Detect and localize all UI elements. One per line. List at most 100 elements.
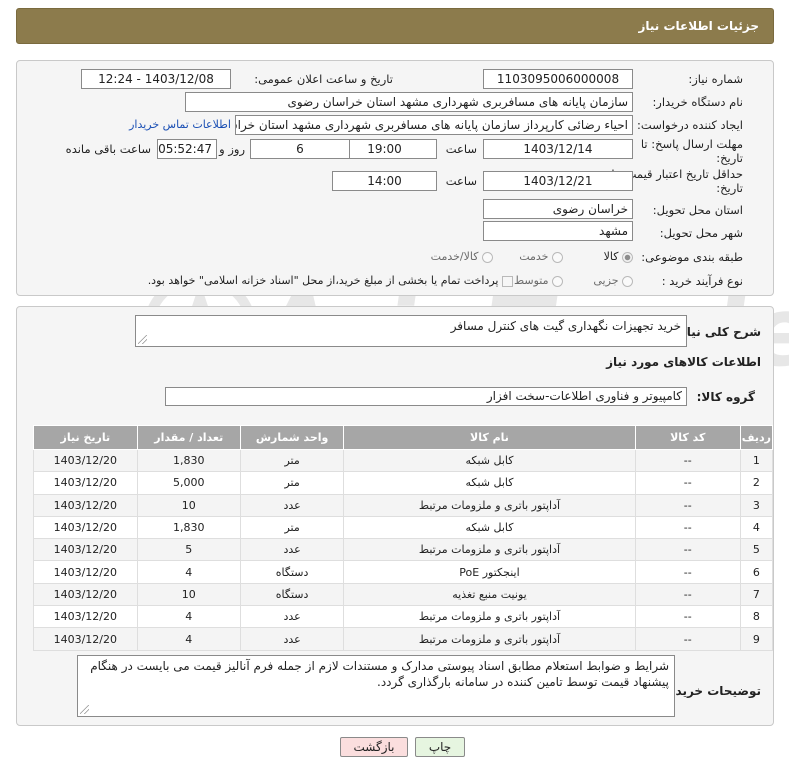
group-label: گروه کالا: [696,390,755,404]
item-unit: عدد [239,493,345,517]
table-row[interactable]: 5 -- آداپتور باتری و ملزومات مرتبط عدد 5 1403… [33,538,774,562]
category-option-service[interactable]: خدمت [519,250,563,263]
item-need-date: 1403/12/20 [33,605,138,629]
item-name: کابل شبکه [343,448,636,473]
category-option-goods[interactable]: کالا [604,250,633,263]
row-number: 4 [739,515,774,540]
resize-grip-icon[interactable] [138,335,147,344]
city-field[interactable]: مشهد [483,221,633,241]
col-unit: واحد شمارش [239,425,345,450]
item-unit: دستگاه [239,560,345,584]
table-row[interactable]: 8 -- آداپتور باتری و ملزومات مرتبط عدد 4 1403… [33,605,774,629]
process-option-minor[interactable]: جزیی [593,274,633,287]
process-option-medium[interactable]: متوسط [514,274,563,287]
item-unit: متر [239,448,345,473]
item-unit: عدد [239,627,345,651]
table-row[interactable]: 7 -- یونیت منبع تغذیه دستگاه 10 1403/12/20 [33,582,774,607]
row-number: 3 [739,493,774,517]
item-quantity: 1,830 [136,515,241,540]
radio-icon[interactable] [622,275,633,287]
buyer-notes-textarea[interactable]: شرایط و ضوابط استعلام مطابق اسناد پیوستی… [77,655,675,717]
buyer-contact-link[interactable]: اطلاعات تماس خریدار [129,118,231,131]
table-row[interactable]: 2 -- کابل شبکه متر 5,000 1403/12/20 [33,471,774,495]
item-code: -- [634,605,741,629]
item-code: -- [634,493,741,517]
item-code: -- [634,560,741,584]
item-need-date: 1403/12/20 [33,493,138,517]
province-field[interactable]: خراسان رضوی [483,199,633,219]
item-need-date: 1403/12/20 [33,627,138,651]
buyer-org-field[interactable]: سازمان پایانه های مسافربری شهرداری مشهد … [185,92,633,112]
item-name: کابل شبکه [343,515,636,540]
item-name: آداپتور باتری و ملزومات مرتبط [343,605,636,629]
items-table: ردیف کد کالا نام کالا واحد شمارش تعداد /… [33,425,774,651]
need-number-label: شماره نیاز: [688,72,743,86]
reply-deadline-label-2: تاریخ: [716,151,743,165]
radio-icon[interactable] [552,275,563,287]
item-need-date: 1403/12/20 [33,538,138,562]
days-label: روز و [219,142,245,156]
item-name: یونیت منبع تغذیه [343,582,636,607]
item-need-date: 1403/12/20 [33,515,138,540]
table-row[interactable]: 4 -- کابل شبکه متر 1,830 1403/12/20 [33,515,774,540]
row-number: 1 [739,448,774,473]
reply-date-field[interactable]: 1403/12/14 [483,139,633,159]
item-unit: متر [239,471,345,495]
table-row[interactable]: 1 -- کابل شبکه متر 1,830 1403/12/20 [33,448,774,473]
item-quantity: 4 [136,605,241,629]
row-number: 6 [739,560,774,584]
announce-date-field[interactable]: 1403/12/08 - 12:24 [81,69,231,89]
summary-textarea[interactable]: خرید تجهیزات نگهداری گیت های کنترل مسافر [135,315,687,347]
remaining-time-label: ساعت باقی مانده [65,142,151,156]
summary-label: شرح کلی نیاز: [675,325,761,339]
purchase-process-label: نوع فرآیند خرید : [661,274,743,288]
category-option-goods-service[interactable]: کالا/خدمت [431,250,493,263]
checkbox-icon[interactable] [502,275,513,287]
item-name: آداپتور باتری و ملزومات مرتبط [343,538,636,562]
city-label: شهر محل تحویل: [659,226,743,240]
group-field[interactable]: کامپیوتر و فناوری اطلاعات-سخت افزار [165,387,687,406]
buyer-notes-text: شرایط و ضوابط استعلام مطابق اسناد پیوستی… [90,659,669,689]
table-row[interactable]: 9 -- آداپتور باتری و ملزومات مرتبط عدد 4 1403… [33,627,774,651]
table-row[interactable]: 6 -- اینجکتور PoE دستگاه 4 1403/12/20 [33,560,774,584]
col-code: کد کالا [634,425,741,450]
row-number: 5 [739,538,774,562]
announce-date-label: تاریخ و ساعت اعلان عمومی: [254,72,393,86]
radio-icon[interactable] [482,251,493,263]
item-name: اینجکتور PoE [343,560,636,584]
row-number: 9 [739,627,774,651]
resize-grip-icon[interactable] [80,705,89,714]
remaining-days-field[interactable]: 6 [250,139,350,159]
print-button[interactable]: چاپ [415,737,465,757]
price-validity-time-label: ساعت [445,174,477,188]
item-name: کابل شبکه [343,471,636,495]
item-code: -- [634,538,741,562]
reply-time-label: ساعت [445,142,477,156]
row-number: 7 [739,582,774,607]
need-number-field[interactable]: 1103095006000008 [483,69,633,89]
price-validity-date-field[interactable]: 1403/12/21 [483,171,633,191]
items-section-title: اطلاعات کالاهای مورد نیاز [606,355,761,369]
radio-selected-icon[interactable] [622,251,633,263]
buyer-org-label: نام دستگاه خریدار: [652,95,743,109]
creator-field[interactable]: احیاء رضائی کارپرداز سازمان پایانه های م… [235,115,633,135]
table-row[interactable]: 3 -- آداپتور باتری و ملزومات مرتبط عدد 10 140… [33,493,774,517]
item-quantity: 5 [136,538,241,562]
item-quantity: 4 [136,627,241,651]
items-panel: شرح کلی نیاز: خرید تجهیزات نگهداری گیت ه… [16,306,774,726]
item-unit: متر [239,515,345,540]
item-need-date: 1403/12/20 [33,471,138,495]
item-need-date: 1403/12/20 [33,582,138,607]
item-need-date: 1403/12/20 [33,448,138,473]
radio-icon[interactable] [552,251,563,263]
row-number: 8 [739,605,774,629]
item-quantity: 5,000 [136,471,241,495]
treasury-bonds-option[interactable]: پرداخت تمام یا بخشی از مبلغ خرید،از محل … [148,274,513,287]
price-validity-time-field[interactable]: 14:00 [332,171,437,191]
back-button[interactable]: بازگشت [340,737,408,757]
remaining-time-field[interactable]: 05:52:47 [157,139,217,159]
item-code: -- [634,471,741,495]
item-quantity: 10 [136,493,241,517]
item-unit: عدد [239,605,345,629]
col-date: تاریخ نیاز [33,425,138,450]
